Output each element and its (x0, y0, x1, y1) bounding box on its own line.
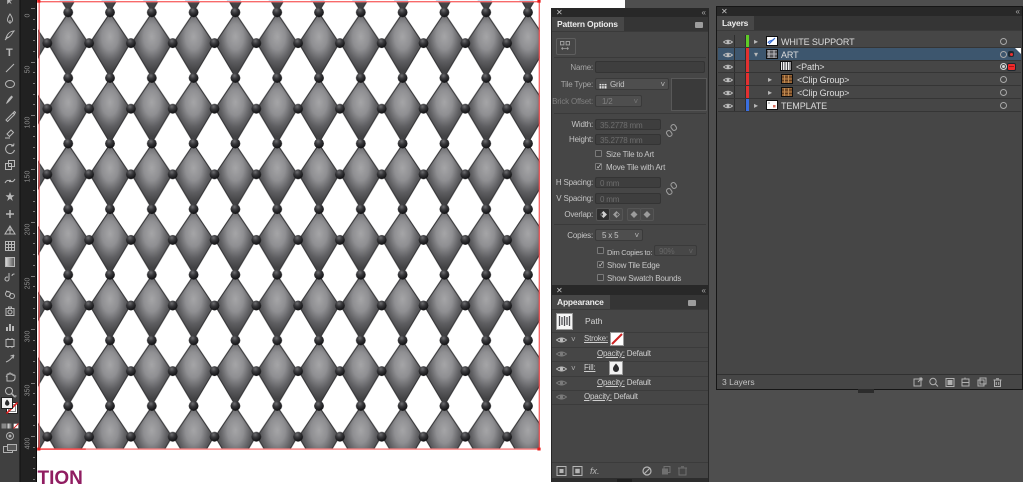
svg-text:T: T (6, 47, 13, 58)
svg-text:fx.: fx. (590, 466, 600, 476)
